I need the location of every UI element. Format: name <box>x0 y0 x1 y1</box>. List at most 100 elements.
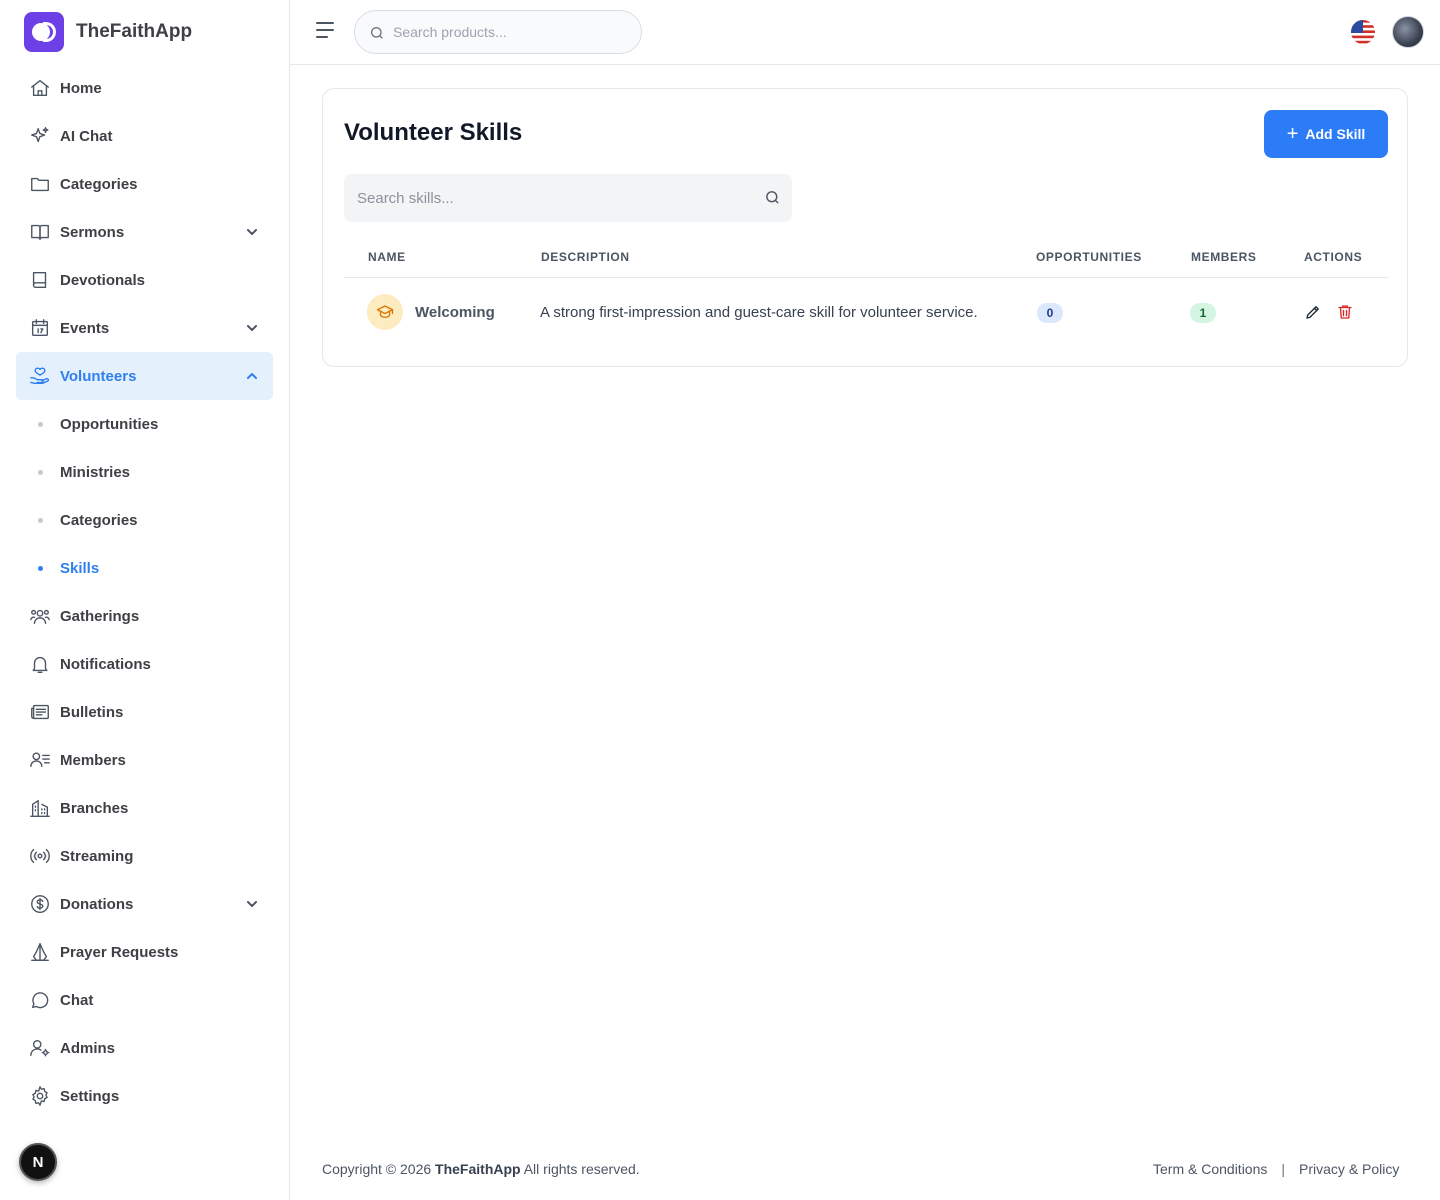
top-header <box>290 0 1440 65</box>
sidebar-item-branches[interactable]: Branches <box>16 784 273 832</box>
graduation-cap-icon <box>367 294 403 330</box>
bullet-dot <box>38 469 43 475</box>
sidebar-item-streaming[interactable]: Streaming <box>16 832 273 880</box>
hand-heart-icon <box>28 364 52 388</box>
table-header-divider <box>344 277 1388 278</box>
sidebar-subitem-opportunities[interactable]: Opportunities <box>16 400 273 448</box>
bell-icon <box>28 652 52 676</box>
sidebar-item-label: Gatherings <box>60 607 140 625</box>
sidebar-item-label: Notifications <box>60 655 151 673</box>
sidebar-item-label: Volunteers <box>60 367 137 385</box>
copyright-suffix: All rights reserved. <box>523 1161 640 1177</box>
bullet-dot <box>38 421 43 427</box>
footer-separator: | <box>1281 1161 1286 1177</box>
sidebar-nav: Home AI Chat Categories Sermons Devotion… <box>16 64 273 1120</box>
gear-icon <box>28 1084 52 1108</box>
sidebar-subitem-ministries[interactable]: Ministries <box>16 448 273 496</box>
column-header-actions: ACTIONS <box>1304 250 1363 264</box>
sidebar-subitem-label: Ministries <box>60 463 131 481</box>
plus-icon: + <box>1286 123 1299 145</box>
menu-toggle-icon[interactable] <box>316 22 336 42</box>
sidebar-subitem-categories[interactable]: Categories <box>16 496 273 544</box>
nextjs-badge[interactable]: N <box>19 1143 57 1181</box>
product-search <box>354 10 642 54</box>
home-icon <box>28 76 52 100</box>
building-icon <box>28 796 52 820</box>
sidebar-item-label: Sermons <box>60 223 125 241</box>
sparkles-icon <box>28 124 52 148</box>
praying-hands-icon <box>28 940 52 964</box>
search-icon <box>766 191 779 204</box>
sidebar-item-donations[interactable]: Donations <box>16 880 273 928</box>
chat-bubble-icon <box>28 988 52 1012</box>
edit-icon[interactable] <box>1304 303 1324 323</box>
sidebar-item-notifications[interactable]: Notifications <box>16 640 273 688</box>
sidebar-subitem-label: Categories <box>60 511 138 529</box>
sidebar-item-prayer-requests[interactable]: Prayer Requests <box>16 928 273 976</box>
sidebar-item-volunteers[interactable]: Volunteers <box>16 352 273 400</box>
user-gear-icon <box>28 1036 52 1060</box>
sidebar-item-events[interactable]: Events <box>16 304 273 352</box>
chevron-down-icon <box>245 225 259 239</box>
opportunities-count-badge: 0 <box>1037 303 1063 323</box>
broadcast-icon <box>28 844 52 868</box>
footer-copyright: Copyright © 2026 TheFaithApp All rights … <box>322 1161 640 1177</box>
us-flag-icon[interactable] <box>1351 20 1375 44</box>
sidebar-item-sermons[interactable]: Sermons <box>16 208 273 256</box>
user-list-icon <box>28 748 52 772</box>
sidebar-item-devotionals[interactable]: Devotionals <box>16 256 273 304</box>
privacy-link[interactable]: Privacy & Policy <box>1299 1161 1399 1177</box>
open-book-icon <box>28 220 52 244</box>
footer-links: Term & Conditions | Privacy & Policy <box>1153 1161 1399 1177</box>
skill-name: Welcoming <box>415 304 495 321</box>
user-avatar[interactable] <box>1392 16 1424 48</box>
sidebar-item-bulletins[interactable]: Bulletins <box>16 688 273 736</box>
calendar-icon <box>28 316 52 340</box>
sidebar-subitem-label: Opportunities <box>60 415 159 433</box>
sidebar-item-chat[interactable]: Chat <box>16 976 273 1024</box>
add-skill-button[interactable]: + Add Skill <box>1264 110 1388 158</box>
add-skill-label: Add Skill <box>1305 126 1366 142</box>
copyright-brand: TheFaithApp <box>435 1161 521 1177</box>
terms-link[interactable]: Term & Conditions <box>1153 1161 1267 1177</box>
folder-icon <box>28 172 52 196</box>
sidebar-item-label: Bulletins <box>60 703 124 721</box>
sidebar-item-admins[interactable]: Admins <box>16 1024 273 1072</box>
sidebar-item-label: Chat <box>60 991 94 1009</box>
sidebar-item-label: Streaming <box>60 847 134 865</box>
sidebar: TheFaithApp Home AI Chat Categories Serm… <box>0 0 290 1200</box>
book-icon <box>28 268 52 292</box>
trash-icon[interactable] <box>1336 303 1356 323</box>
chevron-down-icon <box>245 897 259 911</box>
search-icon <box>371 27 383 39</box>
members-count-badge: 1 <box>1190 303 1216 323</box>
newspaper-icon <box>28 700 52 724</box>
brand[interactable]: TheFaithApp <box>24 12 192 52</box>
sidebar-item-members[interactable]: Members <box>16 736 273 784</box>
chevron-down-icon <box>245 321 259 335</box>
sidebar-item-label: Categories <box>60 175 138 193</box>
chevron-up-icon <box>245 369 259 383</box>
sidebar-item-home[interactable]: Home <box>16 64 273 112</box>
sidebar-item-label: Prayer Requests <box>60 943 179 961</box>
sidebar-item-categories[interactable]: Categories <box>16 160 273 208</box>
bullet-dot <box>38 565 43 571</box>
sidebar-item-gatherings[interactable]: Gatherings <box>16 592 273 640</box>
brand-name: TheFaithApp <box>76 21 193 42</box>
product-search-input[interactable] <box>393 21 628 43</box>
column-header-members: MEMBERS <box>1191 250 1257 264</box>
users-group-icon <box>28 604 52 628</box>
sidebar-item-label: Settings <box>60 1087 120 1105</box>
sidebar-item-label: Events <box>60 319 110 337</box>
skill-search-input[interactable] <box>357 187 747 209</box>
sidebar-item-label: Admins <box>60 1039 116 1057</box>
sidebar-item-label: Donations <box>60 895 134 913</box>
skill-search <box>344 174 792 222</box>
sidebar-item-label: AI Chat <box>60 127 113 145</box>
sidebar-item-label: Members <box>60 751 126 769</box>
sidebar-item-label: Devotionals <box>60 271 146 289</box>
sidebar-item-settings[interactable]: Settings <box>16 1072 273 1120</box>
sidebar-subitem-skills[interactable]: Skills <box>16 544 273 592</box>
sidebar-item-label: Branches <box>60 799 129 817</box>
sidebar-item-ai-chat[interactable]: AI Chat <box>16 112 273 160</box>
